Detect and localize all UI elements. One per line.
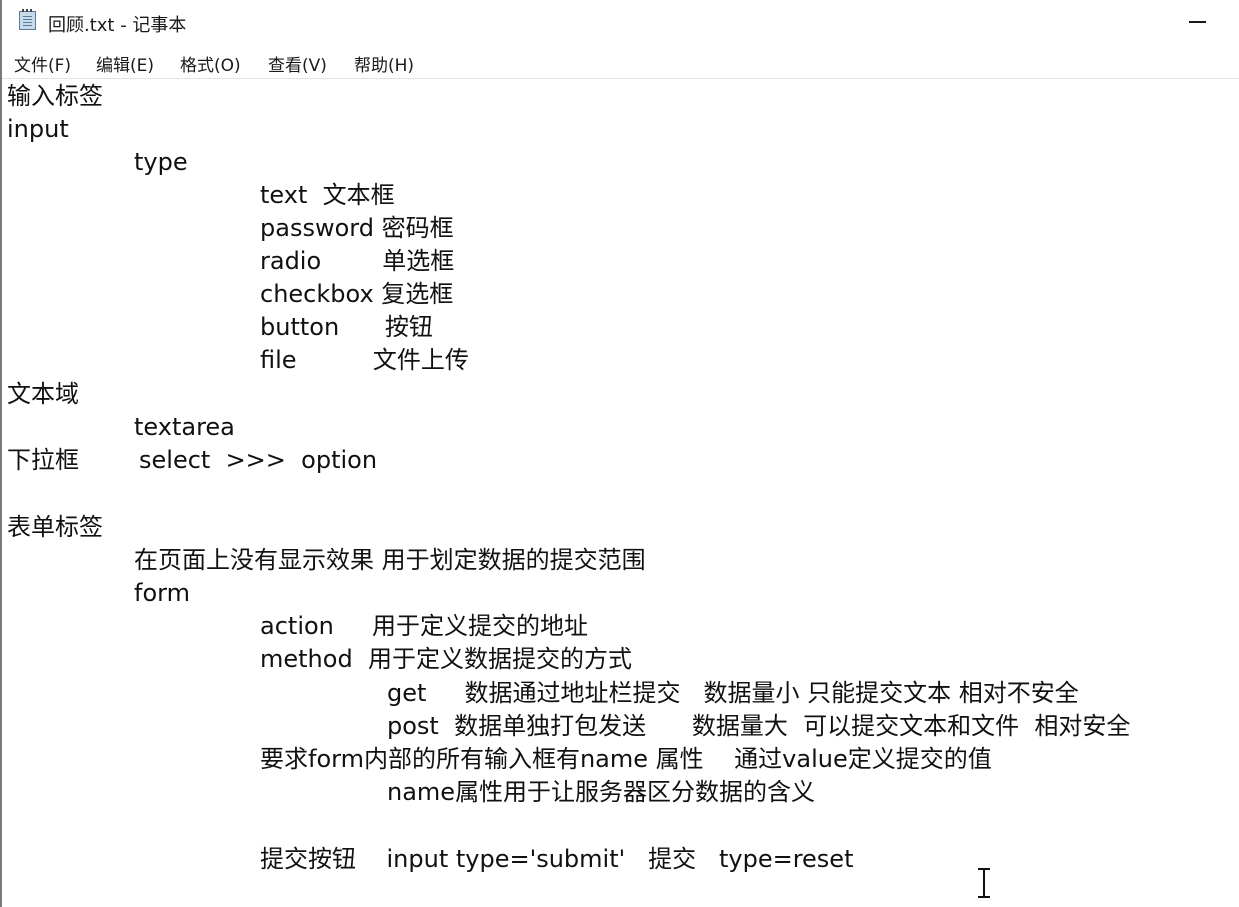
menu-file[interactable]: 文件(F) [14, 51, 71, 76]
text-line: 表单标签 [7, 513, 103, 541]
text-line: 文本域 [7, 380, 79, 408]
title-bar[interactable]: 回顾.txt - 记事本 [2, 0, 1239, 44]
text-line: 要求form内部的所有输入框有name 属性 通过value定义提交的值 [260, 745, 992, 773]
text-line: 在页面上没有显示效果 用于划定数据的提交范围 [134, 546, 646, 574]
text-line: action 用于定义提交的地址 [260, 612, 589, 640]
text-line: get 数据通过地址栏提交 数据量小 只能提交文本 相对不安全 [387, 679, 1079, 707]
menu-view[interactable]: 查看(V) [268, 51, 327, 76]
menu-edit[interactable]: 编辑(E) [96, 51, 154, 76]
minimize-button[interactable] [1159, 0, 1239, 44]
text-line: checkbox 复选框 [260, 280, 454, 308]
text-line: select >>> option [139, 446, 378, 474]
text-line: file 文件上传 [260, 346, 469, 374]
text-line: radio 单选框 [260, 247, 455, 275]
minimize-icon [1189, 21, 1206, 23]
text-line: textarea [134, 413, 235, 441]
text-line: text 文本框 [260, 181, 395, 209]
ibeam-cursor-icon [978, 868, 990, 898]
text-line: button 按钮 [260, 313, 433, 341]
text-line: 下拉框 [7, 446, 79, 474]
menu-help[interactable]: 帮助(H) [354, 51, 414, 76]
text-line: password 密码框 [260, 214, 454, 242]
text-editor-area[interactable]: 输入标签 input type text 文本框 password 密码框 ra… [2, 79, 1239, 907]
text-line: 输入标签 [7, 82, 103, 110]
notepad-icon [19, 9, 36, 30]
text-line: type [134, 148, 188, 176]
text-line: 提交按钮 input type='submit' 提交 type=reset [260, 845, 854, 873]
text-line: post 数据单独打包发送 数据量大 可以提交文本和文件 相对安全 [387, 712, 1131, 740]
notepad-window: 回顾.txt - 记事本 文件(F) 编辑(E) 格式(O) 查看(V) 帮助(… [0, 0, 1239, 907]
text-line: form [134, 579, 190, 607]
menu-bar: 文件(F) 编辑(E) 格式(O) 查看(V) 帮助(H) [2, 44, 1239, 79]
menu-format[interactable]: 格式(O) [180, 51, 241, 76]
text-line: input [7, 115, 69, 143]
text-line: name属性用于让服务器区分数据的含义 [387, 778, 816, 806]
text-line: method 用于定义数据提交的方式 [260, 645, 632, 673]
window-title: 回顾.txt - 记事本 [48, 15, 187, 36]
